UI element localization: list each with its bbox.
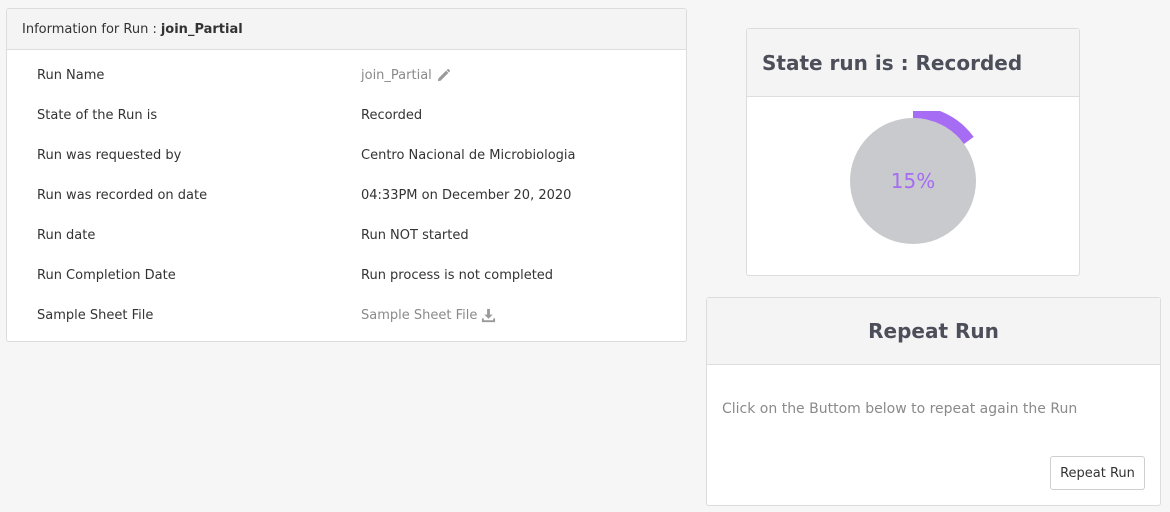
info-row-value: join_Partial (361, 68, 451, 83)
run-name-value[interactable]: join_Partial (361, 68, 432, 83)
info-row-label: Sample Sheet File (37, 307, 154, 323)
info-row-label: Run was requested by (37, 147, 182, 163)
info-row-requested-by: Run was requested by Centro Nacional de … (7, 145, 686, 165)
repeat-run-card: Repeat Run Click on the Buttom below to … (706, 297, 1161, 506)
info-row-value: Run process is not completed (361, 267, 554, 283)
repeat-run-description: Click on the Buttom below to repeat agai… (722, 401, 1078, 417)
info-row-run-name: Run Name join_Partial (7, 65, 686, 85)
info-row-state: State of the Run is Recorded (7, 105, 686, 125)
info-row-label: Run was recorded on date (37, 187, 208, 203)
run-state-card: State run is : Recorded 15% (746, 28, 1080, 276)
info-row-label: Run date (37, 227, 96, 243)
info-row-completion-date: Run Completion Date Run process is not c… (7, 265, 686, 285)
info-row-value: 04:33PM on December 20, 2020 (361, 187, 572, 203)
run-info-header-run-name: join_Partial (160, 21, 243, 37)
info-row-label: Run Name (37, 67, 105, 83)
info-row-value: Centro Nacional de Microbiologia (361, 147, 576, 163)
repeat-run-title: Repeat Run (707, 298, 1160, 365)
run-state-title: State run is : Recorded (747, 29, 1079, 97)
info-row-label: State of the Run is (37, 107, 158, 123)
run-info-header-prefix: Information for Run : (22, 21, 157, 37)
edit-pencil-icon[interactable] (436, 68, 451, 83)
progress-circle: 15% (849, 106, 989, 251)
sample-sheet-link[interactable]: Sample Sheet File (361, 308, 477, 323)
info-row-sample-sheet: Sample Sheet File Sample Sheet File (7, 305, 686, 325)
download-icon[interactable] (481, 308, 496, 323)
info-row-value: Run NOT started (361, 227, 469, 243)
info-row-label: Run Completion Date (37, 267, 176, 283)
run-info-header: Information for Run : join_Partial (7, 9, 686, 50)
info-row-recorded-date: Run was recorded on date 04:33PM on Dece… (7, 185, 686, 205)
run-info-card: Information for Run : join_Partial Run N… (6, 8, 687, 342)
progress-percent-label: 15% (890, 169, 936, 193)
info-row-value: Recorded (361, 107, 423, 123)
repeat-run-button[interactable]: Repeat Run (1050, 456, 1145, 490)
info-row-value: Sample Sheet File (361, 308, 496, 323)
info-row-run-date: Run date Run NOT started (7, 225, 686, 245)
